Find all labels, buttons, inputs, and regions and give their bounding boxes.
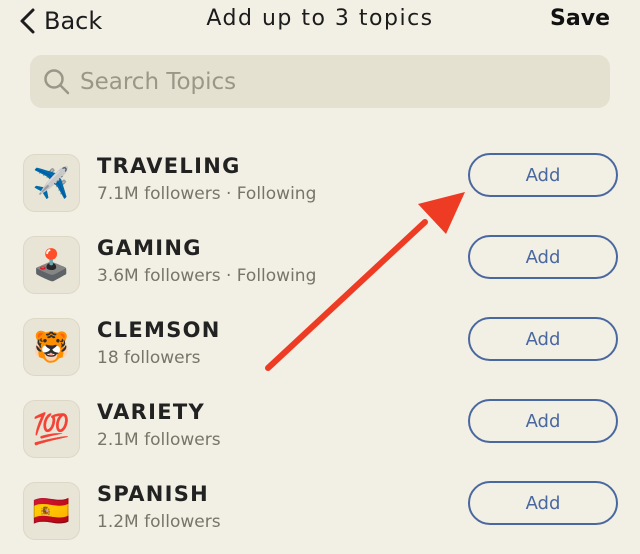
search-input[interactable] (78, 67, 582, 96)
topic-name: SPANISH (97, 482, 210, 506)
tiger-icon: 🐯 (23, 318, 80, 376)
topic-followers: 3.6M followers · Following (97, 266, 317, 286)
add-topic-button[interactable]: Add (468, 399, 618, 443)
add-topic-button[interactable]: Add (468, 153, 618, 197)
topic-followers: 18 followers (97, 348, 201, 368)
add-topic-button[interactable]: Add (468, 235, 618, 279)
topic-followers: 2.1M followers (97, 430, 221, 450)
add-topic-button[interactable]: Add (468, 317, 618, 361)
topic-name: TRAVELING (97, 154, 241, 178)
topic-row: 🐯 CLEMSON 18 followers Add (0, 308, 640, 390)
topic-followers: 1.2M followers (97, 512, 221, 532)
topic-followers: 7.1M followers · Following (97, 184, 317, 204)
add-topic-button[interactable]: Add (468, 481, 618, 525)
header-bar: Back Add up to 3 topics Save (0, 0, 640, 44)
topic-row: 💯 VARIETY 2.1M followers Add (0, 390, 640, 472)
topic-name: GAMING (97, 236, 202, 260)
topic-row: ✈️ TRAVELING 7.1M followers · Following … (0, 144, 640, 226)
hundred-points-icon: 💯 (23, 400, 80, 458)
topic-row: 🕹️ GAMING 3.6M followers · Following Add (0, 226, 640, 308)
topic-name: CLEMSON (97, 318, 221, 342)
airplane-icon: ✈️ (23, 154, 80, 212)
topic-list: ✈️ TRAVELING 7.1M followers · Following … (0, 144, 640, 554)
topic-row: 🇪🇸 SPANISH 1.2M followers Add (0, 472, 640, 554)
topic-name: VARIETY (97, 400, 206, 424)
spain-flag-icon: 🇪🇸 (23, 482, 80, 540)
save-button[interactable]: Save (550, 6, 610, 31)
search-bar[interactable] (30, 55, 610, 108)
page-title: Add up to 3 topics (206, 6, 434, 31)
joystick-icon: 🕹️ (23, 236, 80, 294)
search-icon (44, 68, 70, 94)
